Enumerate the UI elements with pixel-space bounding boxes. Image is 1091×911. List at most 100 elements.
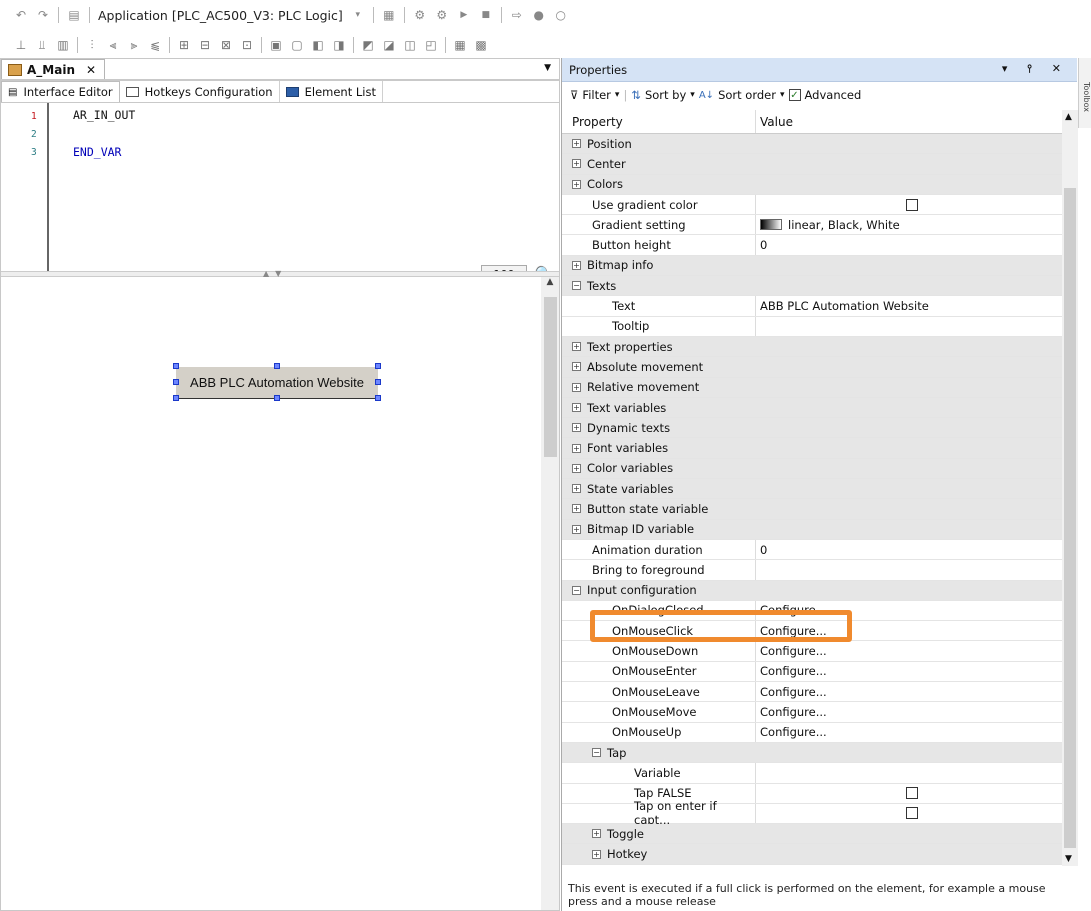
declaration-editor[interactable]: 1 AR_IN_OUT 2 3 END_VAR 100 🔍 xyxy=(1,103,559,291)
distribute-icon[interactable]: ⫹ xyxy=(148,38,162,52)
property-row[interactable]: + Hotkey xyxy=(562,844,1062,865)
property-row[interactable]: + Text variables xyxy=(562,397,1062,419)
expand-icon[interactable]: + xyxy=(572,504,581,514)
property-value-cell[interactable] xyxy=(756,357,1062,377)
tab-element-list[interactable]: Element List xyxy=(280,81,383,102)
property-row[interactable]: + Dynamic texts xyxy=(562,418,1062,439)
align-right-icon[interactable]: ▥ xyxy=(56,38,70,52)
breakpoint-empty-icon[interactable]: ○ xyxy=(554,8,568,22)
front-icon[interactable]: ◩ xyxy=(361,38,375,52)
filter-icon[interactable]: ⊽ xyxy=(570,88,578,102)
undo-icon[interactable]: ↶ xyxy=(14,8,28,22)
back-icon[interactable]: ◪ xyxy=(382,38,396,52)
property-value-cell[interactable] xyxy=(756,397,1062,418)
scrollbar-thumb[interactable] xyxy=(544,297,557,457)
property-value-cell[interactable] xyxy=(756,824,1062,844)
property-value-cell[interactable] xyxy=(756,438,1062,458)
property-row[interactable]: + Color variables xyxy=(562,458,1062,480)
property-value-cell[interactable] xyxy=(756,154,1062,174)
property-row[interactable]: Variable xyxy=(562,763,1062,784)
send-back-icon[interactable]: ◨ xyxy=(332,38,346,52)
stop-icon[interactable]: ■ xyxy=(479,8,493,22)
expand-icon[interactable]: + xyxy=(572,362,581,372)
property-row[interactable]: + Bitmap ID variable xyxy=(562,519,1062,540)
expand-icon[interactable]: + xyxy=(572,159,581,169)
property-row[interactable]: OnMouseEnter Configure... xyxy=(562,661,1062,683)
expand-icon[interactable]: + xyxy=(572,463,581,473)
property-row[interactable]: + Text properties xyxy=(562,336,1062,358)
scroll-down-icon[interactable]: ▼ xyxy=(1065,854,1072,864)
start-icon[interactable]: ▶ xyxy=(457,8,471,22)
property-value-cell[interactable] xyxy=(756,479,1062,499)
dropdown-icon[interactable]: ▾ xyxy=(351,8,365,22)
property-row[interactable]: − Tap xyxy=(562,742,1062,764)
scroll-up-icon[interactable]: ▲ xyxy=(1065,112,1072,122)
property-row[interactable]: OnMouseMove Configure... xyxy=(562,702,1062,723)
property-row[interactable]: Tap on enter if capt... xyxy=(562,799,1062,827)
sort-order-button[interactable]: Sort order xyxy=(718,88,776,102)
same-size-icon[interactable]: ⊠ xyxy=(219,38,233,52)
expand-icon[interactable]: + xyxy=(572,484,581,494)
same-height-icon[interactable]: ⊟ xyxy=(198,38,212,52)
expand-icon[interactable]: + xyxy=(592,829,601,839)
expand-icon[interactable]: + xyxy=(572,443,581,453)
property-row[interactable]: Animation duration 0 xyxy=(562,539,1062,561)
spacing-icon[interactable]: ⊡ xyxy=(240,38,254,52)
align-top-icon[interactable]: ⫶ xyxy=(85,38,99,53)
property-value-cell[interactable] xyxy=(756,560,1062,579)
property-value-cell[interactable]: Configure... xyxy=(756,662,1062,681)
property-value-cell[interactable] xyxy=(756,763,1062,782)
property-value-cell[interactable] xyxy=(756,580,1062,600)
property-row[interactable]: Tooltip xyxy=(562,316,1062,337)
expand-icon[interactable]: + xyxy=(572,403,581,412)
property-value-cell[interactable] xyxy=(756,519,1062,539)
property-row[interactable]: Button height 0 xyxy=(562,235,1062,256)
property-row[interactable]: − Input configuration xyxy=(562,580,1062,601)
sort-order-icon[interactable]: A↓ xyxy=(699,90,714,101)
property-row[interactable]: Use gradient color xyxy=(562,194,1062,216)
property-row[interactable]: + Absolute movement xyxy=(562,357,1062,378)
dropdown-icon[interactable]: ▾ xyxy=(615,90,620,100)
expand-icon[interactable]: + xyxy=(572,382,581,392)
forward-icon[interactable]: ◫ xyxy=(403,38,417,52)
scrollbar-thumb[interactable] xyxy=(1064,188,1076,848)
same-width-icon[interactable]: ⊞ xyxy=(177,38,191,52)
bring-front-icon[interactable]: ◧ xyxy=(311,38,325,52)
property-row[interactable]: − Texts xyxy=(562,276,1062,297)
property-row[interactable]: Gradient setting linear, Black, White xyxy=(562,215,1062,236)
window-controls[interactable]: ▾ ⫯ ✕ xyxy=(1002,62,1069,76)
ungroup-icon[interactable]: ▢ xyxy=(290,38,304,52)
logout-icon[interactable]: ⚙ xyxy=(435,8,449,22)
property-value-cell[interactable] xyxy=(756,255,1062,276)
property-row[interactable]: + Button state variable xyxy=(562,499,1062,520)
property-row[interactable]: + Font variables xyxy=(562,438,1062,459)
property-value-cell[interactable] xyxy=(756,784,1062,803)
property-row[interactable]: + Position xyxy=(562,134,1062,155)
expand-icon[interactable]: + xyxy=(572,524,581,534)
property-value-cell[interactable]: Configure... xyxy=(756,723,1062,742)
expand-icon[interactable]: + xyxy=(592,849,601,859)
grid-icon[interactable]: ▦ xyxy=(453,38,467,52)
expand-icon[interactable]: + xyxy=(572,342,581,352)
expand-icon[interactable]: + xyxy=(572,423,581,433)
property-row[interactable]: OnMouseUp Configure... xyxy=(562,722,1062,743)
group-icon[interactable]: ▣ xyxy=(269,38,283,52)
tab-hotkeys-configuration[interactable]: Hotkeys Configuration xyxy=(120,81,280,102)
property-row[interactable]: + State variables xyxy=(562,479,1062,500)
property-checkbox[interactable] xyxy=(906,807,918,820)
align-left-icon[interactable]: ⊥ xyxy=(14,38,28,52)
advanced-checkbox[interactable]: ✓ xyxy=(788,89,801,101)
value-column-header[interactable]: Value xyxy=(756,110,1062,133)
property-value-cell[interactable] xyxy=(756,174,1062,194)
selection-handle[interactable] xyxy=(375,363,381,369)
selection-handle[interactable] xyxy=(274,395,280,401)
property-row[interactable]: OnMouseLeave Configure... xyxy=(562,682,1062,703)
build-icon[interactable]: ▦ xyxy=(382,8,396,22)
property-row[interactable]: + Center xyxy=(562,154,1062,175)
property-value-cell[interactable] xyxy=(756,195,1062,214)
toolbox-side-tab[interactable]: Toolbox xyxy=(1078,58,1091,128)
sort-by-button[interactable]: Sort by xyxy=(645,88,686,102)
property-value-cell[interactable]: Configure... xyxy=(756,702,1062,721)
property-value-cell[interactable]: Configure... xyxy=(756,682,1062,701)
property-value-cell[interactable] xyxy=(756,804,1062,823)
